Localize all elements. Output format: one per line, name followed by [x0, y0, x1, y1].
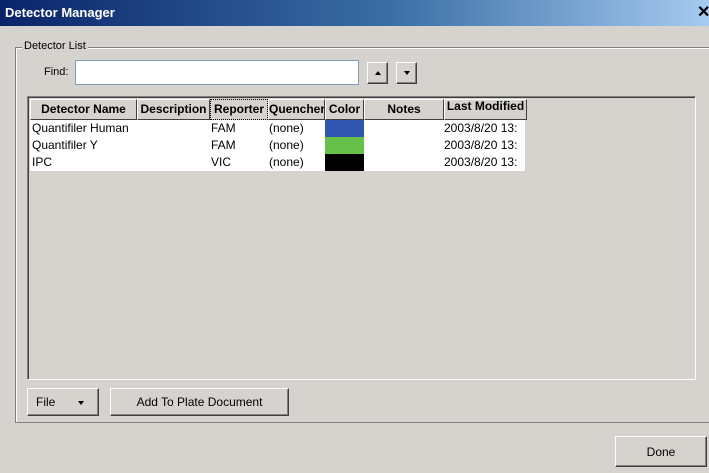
column-header-description[interactable]: Description	[137, 99, 210, 120]
file-menu-button[interactable]: File	[27, 388, 99, 416]
cell-description	[139, 120, 209, 137]
column-header-reporter[interactable]: Reporter	[210, 99, 268, 120]
cell-description	[139, 137, 209, 154]
column-header-color[interactable]: Color	[325, 99, 364, 120]
done-button[interactable]: Done	[615, 436, 707, 467]
find-input[interactable]	[75, 60, 359, 85]
cell-last-modified: 2003/8/20 13:	[444, 138, 518, 152]
cell-last-modified: 2003/8/20 13:	[444, 121, 518, 135]
add-to-plate-document-button[interactable]: Add To Plate Document	[110, 388, 289, 416]
close-icon[interactable]: ✕	[697, 5, 709, 21]
detector-list-legend: Detector List	[22, 40, 88, 52]
cell-notes	[366, 137, 442, 154]
table-row[interactable]: Quantifiler Human FAM (none) 2003/8/20 13:	[30, 120, 525, 137]
arrow-down-icon	[403, 71, 410, 75]
chevron-down-icon	[78, 401, 84, 405]
cell-quencher: (none)	[269, 121, 304, 135]
detector-table: Detector Name Description Reporter Quenc…	[27, 96, 696, 380]
column-header-detector-name[interactable]: Detector Name	[30, 99, 137, 120]
cell-quencher: (none)	[269, 138, 304, 152]
cell-reporter: FAM	[211, 138, 236, 152]
cell-notes	[366, 120, 442, 137]
cell-notes	[366, 154, 442, 171]
cell-description	[139, 154, 209, 171]
window-title: Detector Manager	[5, 5, 115, 20]
cell-name: Quantifiler Y	[32, 138, 98, 152]
column-header-notes[interactable]: Notes	[364, 99, 444, 120]
column-header-quencher[interactable]: Quencher	[268, 99, 325, 120]
find-next-button[interactable]	[396, 62, 417, 84]
table-row[interactable]: Quantifiler Y FAM (none) 2003/8/20 13:	[30, 137, 525, 154]
cell-name: Quantifiler Human	[32, 121, 129, 135]
title-bar: Detector Manager ✕	[0, 0, 709, 26]
cell-quencher: (none)	[269, 155, 304, 169]
find-previous-button[interactable]	[367, 62, 388, 84]
arrow-up-icon	[374, 71, 381, 75]
color-swatch[interactable]	[325, 120, 364, 137]
cell-name: IPC	[32, 155, 53, 169]
file-button-label: File	[36, 395, 56, 409]
column-header-last-modified[interactable]: Last Modified	[444, 99, 527, 120]
table-body: Quantifiler Human FAM (none) 2003/8/20 13: Q…	[30, 120, 525, 171]
find-label: Find:	[44, 66, 69, 78]
color-swatch[interactable]	[325, 137, 364, 154]
color-swatch[interactable]	[325, 154, 364, 171]
cell-reporter: FAM	[211, 121, 236, 135]
cell-last-modified: 2003/8/20 13:	[444, 155, 518, 169]
cell-reporter: VIC	[211, 155, 232, 169]
table-row[interactable]: IPC VIC (none) 2003/8/20 13:	[30, 154, 525, 171]
